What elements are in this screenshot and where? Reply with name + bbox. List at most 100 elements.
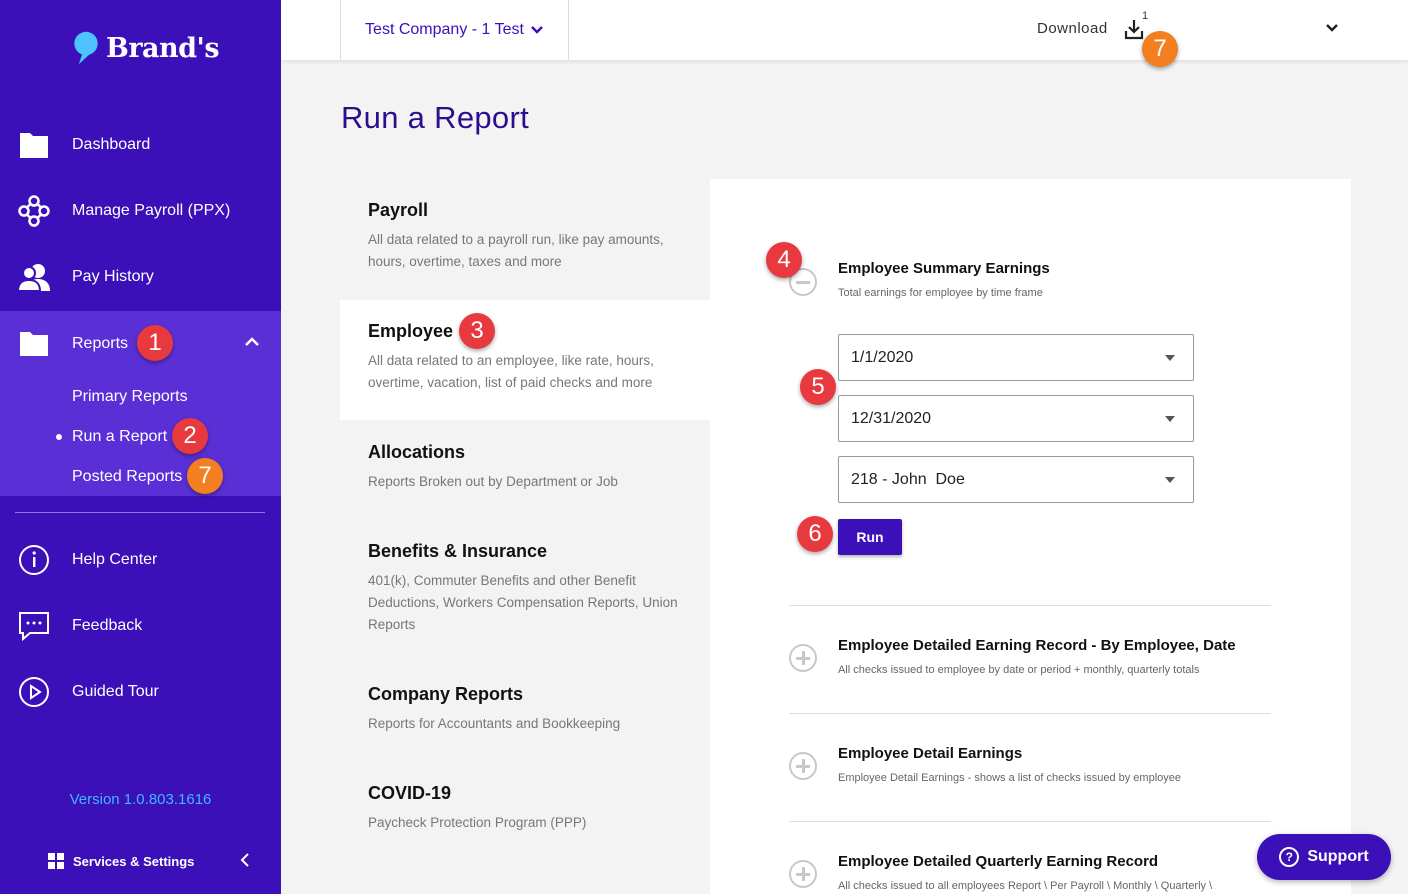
chat-icon xyxy=(18,610,50,642)
report-title: Employee Detailed Quarterly Earning Reco… xyxy=(838,853,1159,870)
sidebar-item-manage-payroll[interactable]: Manage Payroll (PPX) xyxy=(0,178,281,244)
report-title: Employee Detail Earnings xyxy=(838,745,1023,762)
folder-icon xyxy=(18,129,50,161)
step-badge: 4 xyxy=(766,242,802,278)
logo-mark-icon xyxy=(74,31,98,65)
report-item[interactable]: Employee Detailed Earning Record - By Em… xyxy=(838,637,1236,676)
report-panel: Employee Summary Earnings Total earnings… xyxy=(710,179,1351,894)
network-icon xyxy=(18,195,50,227)
chevron-up-icon[interactable] xyxy=(244,335,260,353)
report-item[interactable]: Employee Detailed Quarterly Earning Reco… xyxy=(838,853,1248,892)
category-desc: All data related to an employee, like ra… xyxy=(368,353,654,390)
info-icon xyxy=(18,544,50,576)
category-company-reports[interactable]: Company Reports Reports for Accountants … xyxy=(340,684,710,735)
grid-icon xyxy=(48,853,64,869)
support-button[interactable]: ? Support xyxy=(1257,834,1391,880)
users-icon xyxy=(18,261,50,293)
category-desc: All data related to a payroll run, like … xyxy=(368,232,664,269)
download-icon[interactable] xyxy=(1124,18,1144,45)
divider xyxy=(789,605,1271,606)
caret-down-icon xyxy=(1165,477,1175,483)
top-bar: Test Company - 1 Test Download 1 7 xyxy=(281,0,1408,67)
version-label: Version 1.0.803.1616 xyxy=(69,791,212,808)
employee-value: 218 - John Doe xyxy=(851,470,965,488)
caret-down-icon xyxy=(1165,355,1175,361)
chevron-down-icon[interactable] xyxy=(1325,20,1339,38)
sidebar-item-dashboard[interactable]: Dashboard xyxy=(0,112,281,178)
report-desc: Total earnings for employee by time fram… xyxy=(838,287,1043,299)
services-settings-link[interactable]: Services & Settings xyxy=(48,853,194,869)
sidebar-item-label: Manage Payroll (PPX) xyxy=(72,202,231,219)
category-title: COVID-19 xyxy=(368,783,452,803)
category-title: Company Reports xyxy=(368,684,524,704)
report-title: Employee Summary Earnings xyxy=(838,260,1050,277)
sidebar-item-guided-tour[interactable]: Guided Tour xyxy=(0,659,281,725)
divider xyxy=(789,821,1271,822)
category-covid-19[interactable]: COVID-19 Paycheck Protection Program (PP… xyxy=(340,783,710,834)
category-payroll[interactable]: Payroll All data related to a payroll ru… xyxy=(340,200,710,273)
category-title: Payroll xyxy=(368,200,429,220)
end-date-value: 12/31/2020 xyxy=(851,409,932,427)
report-desc: Employee Detail Earnings - shows a list … xyxy=(838,772,1181,784)
sidebar-item-pay-history[interactable]: Pay History xyxy=(0,244,281,310)
report-title: Employee Detailed Earning Record - By Em… xyxy=(838,637,1236,654)
download-link[interactable]: Download xyxy=(1037,20,1108,37)
play-icon xyxy=(18,676,50,708)
category-title: Benefits & Insurance xyxy=(368,541,548,561)
page-title: Run a Report xyxy=(341,100,529,135)
step-badge: 2 xyxy=(172,418,208,454)
help-icon: ? xyxy=(1279,847,1300,867)
sidebar: Brand's Dashboard Manage Payroll (PPX) P… xyxy=(0,0,281,894)
folder-icon xyxy=(18,328,50,360)
category-title: Employee xyxy=(368,321,454,341)
sidebar-subitem-posted-reports[interactable]: Posted Reports xyxy=(72,468,182,486)
download-count: 1 xyxy=(1142,10,1149,22)
start-date-select[interactable]: 1/1/2020 xyxy=(838,334,1194,381)
category-desc: Reports Broken out by Department or Job xyxy=(368,474,618,489)
support-label: Support xyxy=(1307,848,1369,865)
report-item[interactable]: Employee Detail Earnings Employee Detail… xyxy=(838,745,1181,784)
employee-select[interactable]: 218 - John Doe xyxy=(838,456,1194,503)
step-badge: 7 xyxy=(1142,31,1178,67)
active-dot xyxy=(56,434,62,440)
step-badge: 3 xyxy=(459,313,495,349)
run-button[interactable]: Run xyxy=(838,519,902,555)
sidebar-subitem-primary-reports[interactable]: Primary Reports xyxy=(72,388,188,406)
chevron-left-icon[interactable] xyxy=(240,852,250,873)
sidebar-item-help-center[interactable]: Help Center xyxy=(0,527,281,593)
step-badge: 1 xyxy=(137,325,173,361)
sidebar-item-label: Pay History xyxy=(72,268,154,285)
services-label: Services & Settings xyxy=(73,853,195,869)
sidebar-item-label: Guided Tour xyxy=(72,683,159,700)
sidebar-item-feedback[interactable]: Feedback xyxy=(0,593,281,659)
category-desc: Reports for Accountants and Bookkeeping xyxy=(368,716,621,731)
report-desc: All checks issued to employee by date or… xyxy=(838,664,1200,676)
sidebar-item-label: Help Center xyxy=(72,551,158,568)
brand-logo[interactable]: Brand's xyxy=(70,30,220,66)
sidebar-subitem-run-a-report[interactable]: Run a Report xyxy=(72,428,167,446)
company-selector[interactable]: Test Company - 1 Test xyxy=(340,0,569,60)
expand-icon[interactable] xyxy=(789,644,817,672)
step-badge: 7 xyxy=(187,458,223,494)
category-allocations[interactable]: Allocations Reports Broken out by Depart… xyxy=(340,442,710,493)
step-badge: 5 xyxy=(800,369,836,405)
report-desc: All checks issued to all employees Repor… xyxy=(838,880,1213,892)
category-desc: 401(k), Commuter Benefits and other Bene… xyxy=(368,573,678,632)
expand-icon[interactable] xyxy=(789,752,817,780)
chevron-down-icon xyxy=(531,26,543,34)
expand-icon[interactable] xyxy=(789,860,817,888)
sidebar-item-label: Dashboard xyxy=(72,136,151,153)
end-date-select[interactable]: 12/31/2020 xyxy=(838,395,1194,442)
category-benefits-insurance[interactable]: Benefits & Insurance 401(k), Commuter Be… xyxy=(340,541,710,636)
brand-name: Brand's xyxy=(106,32,220,64)
report-item[interactable]: Employee Summary Earnings Total earnings… xyxy=(838,260,1050,299)
caret-down-icon xyxy=(1165,416,1175,422)
step-badge: 6 xyxy=(797,516,833,552)
start-date-value: 1/1/2020 xyxy=(851,348,914,366)
company-name: Test Company - 1 Test xyxy=(365,21,524,38)
category-employee[interactable]: Employee All data related to an employee… xyxy=(340,300,710,420)
divider xyxy=(15,512,265,513)
sidebar-item-label: Feedback xyxy=(72,617,143,634)
sidebar-item-label: Reports xyxy=(72,335,129,352)
category-title: Allocations xyxy=(368,442,466,462)
